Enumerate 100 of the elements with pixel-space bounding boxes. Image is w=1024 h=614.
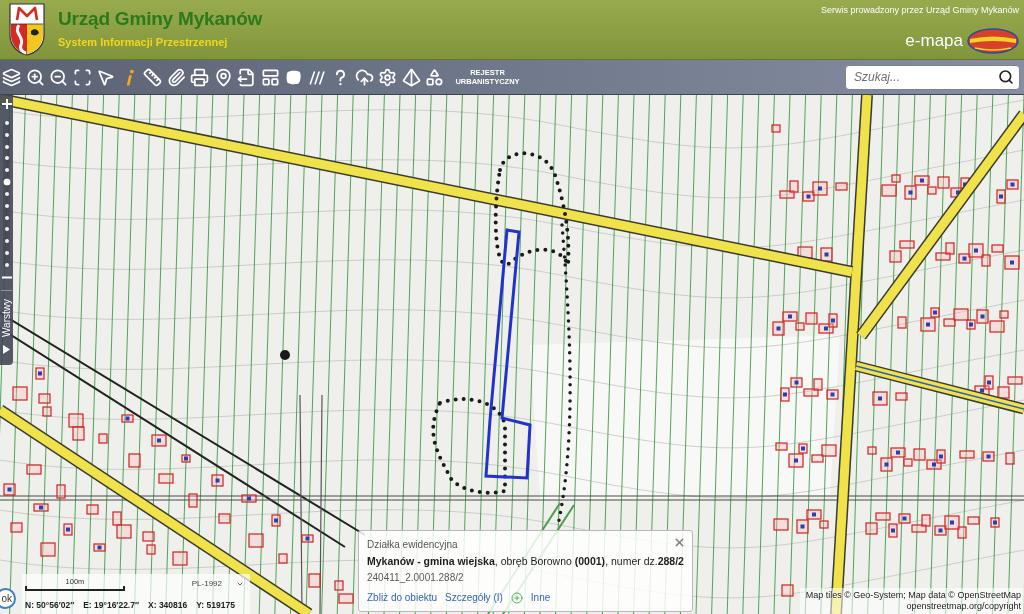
building: [1004, 255, 1020, 270]
building: [897, 316, 907, 329]
cloud-upload-icon: [354, 67, 374, 87]
brand-name: e-mapa: [905, 30, 963, 52]
zoom-step-dot[interactable]: [4, 168, 9, 173]
building: [982, 451, 995, 462]
building: [218, 513, 231, 524]
zoom-step-dot[interactable]: [4, 191, 9, 196]
building: [151, 434, 167, 447]
zoom-step-dot[interactable]: [4, 144, 9, 149]
building: [772, 321, 785, 336]
building: [790, 377, 803, 388]
printer-icon: [190, 67, 210, 87]
crest-icon: [9, 3, 45, 56]
ruler-icon: [143, 67, 163, 87]
building: [121, 414, 134, 423]
building: [38, 393, 51, 404]
building: [338, 593, 354, 604]
popup-link[interactable]: Zbliż do obiektu: [367, 590, 438, 606]
zoom-step-dot[interactable]: [4, 156, 9, 161]
popup-link[interactable]: Inne: [530, 590, 551, 606]
building: [248, 533, 264, 548]
caret-icon: [236, 580, 244, 588]
building: [35, 367, 45, 380]
building: [867, 446, 877, 455]
building: [1006, 179, 1019, 190]
building: [98, 433, 108, 444]
building: [172, 551, 188, 566]
pyramid-icon: [401, 67, 421, 87]
building: [959, 450, 975, 459]
zoom-step-dot[interactable]: [4, 251, 9, 256]
layout-icon: [260, 67, 280, 87]
zoom-step-dot[interactable]: [4, 227, 9, 232]
zoom-slider-thumb[interactable]: [3, 178, 10, 186]
building: [934, 525, 947, 536]
building: [68, 413, 84, 428]
popup-category: Działka ewidencyjna: [367, 538, 459, 552]
search-icon[interactable]: [998, 68, 1014, 85]
ok-button[interactable]: ok: [0, 588, 16, 609]
building: [797, 246, 813, 259]
building: [3, 483, 16, 496]
shapes-icon: [425, 67, 445, 87]
plus-icon: [1, 99, 12, 109]
zoom-step-dot[interactable]: [4, 262, 9, 267]
zoom-slider[interactable]: [3, 121, 10, 267]
building: [188, 493, 198, 508]
building: [40, 542, 56, 557]
building: [12, 386, 28, 401]
building: [958, 253, 971, 264]
service-note: Serwis prowadzony przez Urząd Gminy Mykanów: [820, 4, 1019, 16]
building: [26, 464, 42, 475]
layers-tab[interactable]: Warstwy: [0, 299, 13, 337]
coordinate-readout: N: 50°56′02″: [25, 599, 75, 611]
parcel-description: Mykanów - gmina wiejska, obręb Borowno (0001), numer dz.288/2: [367, 554, 684, 569]
popup-link[interactable]: Szczegóły (I): [445, 590, 503, 606]
building: [872, 391, 888, 406]
parcel-outline[interactable]: [484, 228, 532, 480]
zoom-step-dot[interactable]: [4, 203, 9, 208]
settings-icon: [378, 67, 398, 87]
attribution-text: openstreetmap.org/copyright: [906, 601, 1021, 612]
building: [128, 453, 141, 468]
paperclip-icon: [166, 67, 186, 87]
zoom-in-button[interactable]: [0, 97, 13, 111]
zoom-step-dot[interactable]: [4, 121, 9, 125]
building: [880, 457, 893, 472]
map-pin-icon: [213, 67, 233, 87]
frame-corners-icon: [72, 67, 92, 87]
arrow-icon[interactable]: [3, 344, 10, 354]
logo-icon: [967, 28, 1019, 54]
zoom-step-dot[interactable]: [4, 132, 9, 137]
building: [775, 442, 788, 451]
building: [181, 454, 191, 463]
building: [10, 522, 23, 533]
building: [888, 523, 898, 538]
projection-select[interactable]: PL-1992: [189, 579, 246, 589]
building: [278, 553, 288, 564]
building: [72, 426, 85, 441]
zoom-out-icon: [49, 67, 69, 87]
site-subtitle: System Informacji Przestrzennej: [58, 36, 229, 49]
zoom-step-dot[interactable]: [4, 239, 9, 244]
building: [812, 181, 828, 196]
building: [56, 484, 66, 499]
building: [826, 389, 839, 400]
building: [308, 573, 321, 588]
building: [1005, 452, 1015, 465]
building: [895, 392, 908, 401]
zoom-in-icon: [25, 67, 45, 87]
file-export-icon: [237, 67, 257, 87]
building: [142, 531, 155, 542]
attribution-text: Map tiles © Geo-System; Map data © OpenStreetMap: [805, 590, 1021, 601]
search-field[interactable]: Szukaj...: [845, 64, 1020, 90]
building: [771, 124, 781, 133]
site-title: Urząd Gminy Mykanów: [58, 7, 263, 30]
building: [976, 309, 989, 324]
zoom-step-dot[interactable]: [4, 215, 9, 220]
building: [996, 189, 1006, 204]
building: [271, 514, 281, 527]
minus-icon: [1, 275, 12, 279]
building: [93, 543, 106, 552]
building: [158, 473, 174, 484]
